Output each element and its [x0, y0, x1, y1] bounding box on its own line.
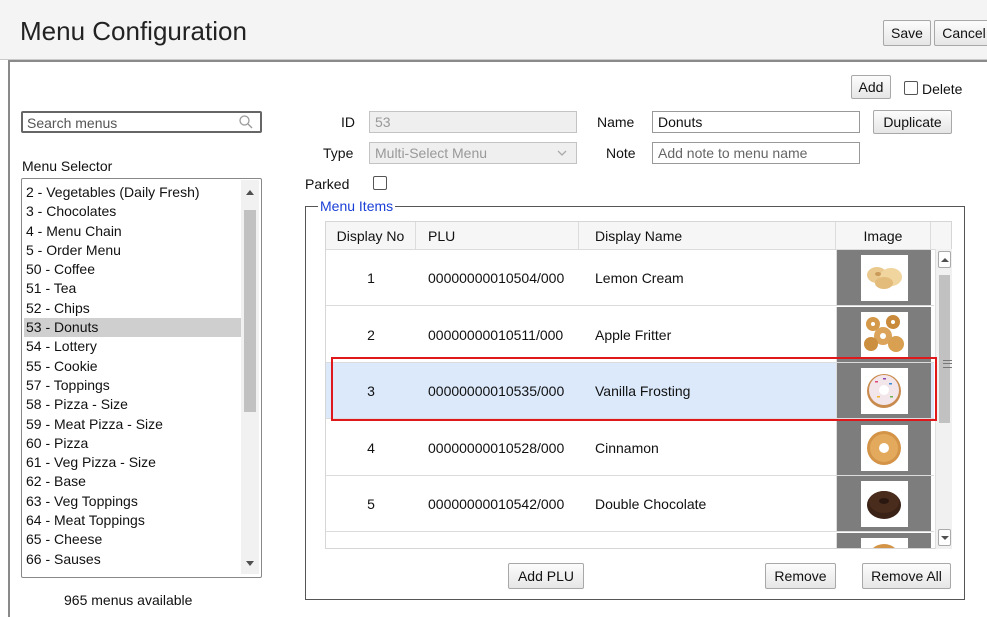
menu-list-item[interactable]: 55 - Cookie — [24, 357, 242, 376]
display-no-cell: 5 — [367, 496, 375, 512]
menu-list-item[interactable]: 61 - Veg Pizza - Size — [24, 453, 242, 472]
menu-list-item[interactable]: 53 - Donuts — [24, 318, 242, 338]
scroll-thumb[interactable] — [939, 275, 952, 423]
name-field[interactable]: Donuts — [652, 111, 860, 133]
menu-list-scrollbar[interactable] — [241, 180, 259, 574]
note-field[interactable]: Add note to menu name — [652, 142, 860, 164]
menus-count-text: 965 menus available — [64, 592, 193, 608]
plu-cell: 00000000010528/000 — [428, 439, 565, 456]
add-plu-button[interactable]: Add PLU — [508, 563, 584, 589]
menu-list-item[interactable]: 3 - Chocolates — [24, 202, 242, 221]
double-chocolate-donut-image — [861, 481, 908, 527]
lemon-cream-donut-image — [861, 255, 908, 301]
display-name-cell: Apple Fritter — [595, 326, 672, 343]
table-row[interactable]: 1 00000000010504/000 Lemon Cream — [326, 250, 934, 306]
id-field: 53 — [369, 111, 577, 133]
page-title: Menu Configuration — [20, 16, 247, 46]
menu-selector-label: Menu Selector — [22, 158, 113, 174]
search-box[interactable] — [21, 111, 262, 133]
menu-list-item[interactable]: 51 - Tea — [24, 279, 242, 298]
donut-image — [861, 537, 908, 548]
menu-list-item[interactable]: 50 - Coffee — [24, 260, 242, 279]
menu-items-legend: Menu Items — [318, 198, 396, 214]
display-name-cell: Double Chocolate — [595, 496, 707, 512]
apple-fritter-donut-image — [861, 311, 908, 358]
menu-list-item[interactable]: 52 - Chips — [24, 299, 242, 318]
type-label: Type — [323, 145, 354, 161]
menu-list-item[interactable]: 59 - Meat Pizza - Size — [24, 415, 242, 434]
menu-list-item[interactable]: 5 - Order Menu — [24, 241, 242, 260]
display-no-cell: 4 — [367, 439, 375, 456]
image-cell[interactable] — [836, 306, 931, 362]
parked-checkbox[interactable] — [373, 176, 387, 190]
scroll-up-button[interactable] — [938, 251, 951, 268]
menu-list-item[interactable]: 64 - Meat Toppings — [24, 511, 242, 530]
search-input[interactable] — [27, 115, 227, 131]
table-header: Display No PLU Display Name Image — [326, 222, 951, 250]
menu-selector-list[interactable]: 2 - Vegetables (Daily Fresh) 3 - Chocolat… — [21, 178, 262, 578]
delete-checkbox[interactable] — [904, 81, 918, 95]
menu-list-item[interactable]: 62 - Base — [24, 472, 242, 491]
note-label: Note — [606, 145, 636, 161]
image-cell[interactable] — [836, 476, 931, 531]
table-row[interactable]: 2 00000000010511/000 Apple Fritter — [326, 306, 934, 363]
table-scrollbar[interactable] — [935, 249, 952, 549]
menu-list-item[interactable]: 4 - Menu Chain — [24, 222, 242, 241]
table-row[interactable] — [326, 532, 934, 548]
menu-list-item[interactable]: 66 - Sauses — [24, 550, 242, 569]
menu-list-item[interactable]: 2 - Vegetables (Daily Fresh) — [24, 183, 242, 202]
parked-label: Parked — [305, 176, 350, 192]
scroll-down-button[interactable] — [938, 529, 951, 546]
duplicate-button[interactable]: Duplicate — [873, 110, 952, 134]
table-row[interactable]: 5 00000000010542/000 Double Chocolate — [326, 476, 934, 532]
id-label: ID — [341, 114, 355, 130]
menu-list-item[interactable]: 54 - Lottery — [24, 337, 242, 356]
column-header-image[interactable]: Image — [836, 222, 931, 250]
type-select: Multi-Select Menu — [369, 142, 577, 164]
menu-list: 2 - Vegetables (Daily Fresh) 3 - Chocolat… — [24, 183, 242, 569]
plu-cell: 00000000010542/000 — [428, 496, 565, 512]
column-header-plu[interactable]: PLU — [416, 222, 579, 250]
display-no-cell: 1 — [367, 270, 375, 286]
grip-icon — [943, 360, 952, 368]
scroll-thumb[interactable] — [244, 210, 256, 412]
scroll-up-arrow-icon[interactable] — [246, 190, 254, 195]
menu-list-item[interactable]: 63 - Veg Toppings — [24, 492, 242, 511]
display-no-cell: 2 — [367, 326, 375, 343]
column-header-display-no[interactable]: Display No — [326, 222, 416, 250]
highlight-annotation-box — [331, 357, 937, 421]
display-name-cell: Cinnamon — [595, 439, 659, 456]
plu-cell: 00000000010504/000 — [428, 270, 565, 286]
scroll-down-arrow-icon[interactable] — [246, 561, 254, 566]
add-button[interactable]: Add — [851, 75, 891, 99]
name-label: Name — [597, 114, 635, 130]
cancel-button[interactable]: Cancel — [934, 20, 987, 46]
save-button[interactable]: Save — [883, 20, 931, 46]
table-row[interactable]: 4 00000000010528/000 Cinnamon — [326, 419, 934, 476]
column-header-display-name[interactable]: Display Name — [579, 222, 836, 250]
search-icon[interactable] — [238, 114, 254, 130]
image-cell[interactable] — [836, 250, 931, 305]
cinnamon-donut-image — [861, 424, 908, 471]
image-cell[interactable] — [836, 532, 931, 548]
menu-list-item[interactable]: 60 - Pizza — [24, 434, 242, 453]
chevron-down-icon — [557, 150, 567, 156]
delete-label: Delete — [922, 81, 963, 97]
scroll-down-arrow-icon — [941, 536, 949, 540]
menu-list-item[interactable]: 58 - Pizza - Size — [24, 395, 242, 414]
menu-list-item[interactable]: 65 - Cheese — [24, 530, 242, 549]
scroll-up-arrow-icon — [941, 258, 949, 262]
remove-button[interactable]: Remove — [765, 563, 836, 589]
display-name-cell: Lemon Cream — [595, 270, 684, 286]
menu-list-item[interactable]: 57 - Toppings — [24, 376, 242, 395]
plu-cell: 00000000010511/000 — [428, 326, 564, 343]
image-cell[interactable] — [836, 419, 931, 475]
remove-all-button[interactable]: Remove All — [862, 563, 951, 589]
